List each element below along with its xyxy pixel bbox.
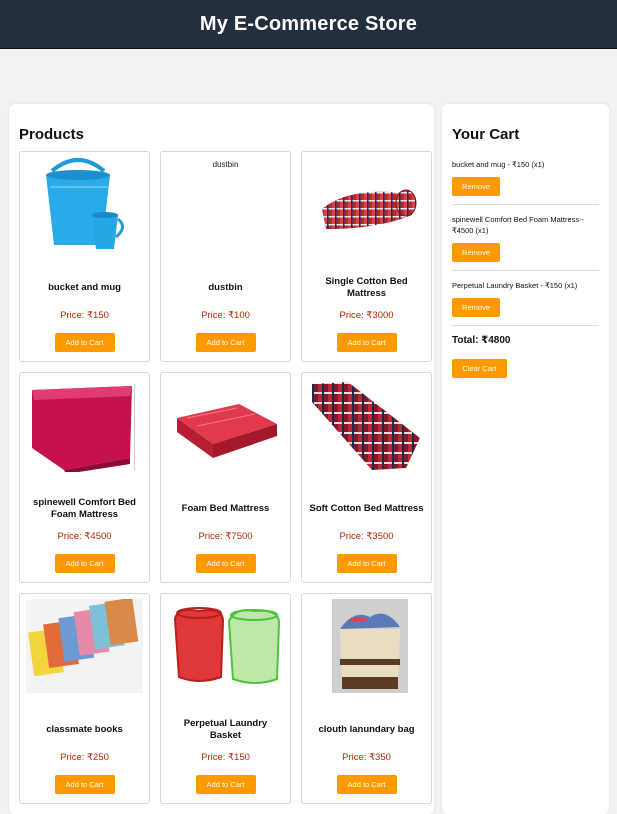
product-title: dustbin	[208, 282, 243, 293]
product-card: Perpetual Laundry Basket Price: ₹150 Add…	[160, 593, 291, 804]
bucket-mug-image[interactable]	[26, 157, 143, 251]
product-card: dustbin dustbin Price: ₹100 Add to Cart	[160, 151, 291, 362]
site-title: My E-Commerce Store	[199, 12, 418, 35]
notebooks-image[interactable]	[26, 599, 143, 693]
product-price: Price: ₹150	[60, 310, 109, 321]
product-price: Price: ₹7500	[198, 531, 253, 542]
add-to-cart-button[interactable]: Add to Cart	[195, 775, 256, 794]
product-price: Price: ₹350	[342, 752, 391, 763]
product-card: clouth lanundary bag Price: ₹350 Add to …	[301, 593, 432, 804]
product-price: Price: ₹3500	[339, 531, 394, 542]
remove-button[interactable]: Remove	[452, 177, 500, 196]
add-to-cart-button[interactable]: Add to Cart	[336, 333, 397, 352]
cart-heading: Your Cart	[452, 126, 520, 143]
product-card: Soft Cotton Bed Mattress Price: ₹3500 Ad…	[301, 372, 432, 583]
product-card: bucket and mug Price: ₹150 Add to Cart	[19, 151, 150, 362]
rolled-mattress-image[interactable]	[308, 157, 425, 251]
add-to-cart-button[interactable]: Add to Cart	[336, 554, 397, 573]
cart-item: spinewell Comfort Bed Foam Mattress - ₹4…	[452, 214, 599, 271]
add-to-cart-button[interactable]: Add to Cart	[54, 554, 115, 573]
product-card: Single Cotton Bed Mattress Price: ₹3000 …	[301, 151, 432, 362]
add-to-cart-button[interactable]: Add to Cart	[195, 333, 256, 352]
product-price: Price: ₹250	[60, 752, 109, 763]
product-title: clouth lanundary bag	[318, 724, 415, 735]
cart-item: Perpetual Laundry Basket - ₹150 (x1) Rem…	[452, 280, 599, 326]
clear-cart-button[interactable]: Clear Cart	[452, 359, 507, 378]
pink-mattress-image[interactable]	[26, 378, 143, 472]
product-price: Price: ₹150	[201, 752, 250, 763]
product-title: classmate books	[46, 724, 123, 735]
checked-mattress-image[interactable]	[308, 378, 425, 472]
product-price: Price: ₹100	[201, 310, 250, 321]
cart-item-line: Perpetual Laundry Basket - ₹150 (x1)	[452, 281, 578, 290]
image-alt-text: dustbin	[212, 160, 239, 169]
cart-panel: Your Cart bucket and mug - ₹150 (x1) Rem…	[442, 104, 609, 814]
cart-item-line: bucket and mug - ₹150 (x1)	[452, 160, 545, 169]
product-title: bucket and mug	[48, 282, 121, 293]
product-card: spinewell Comfort Bed Foam Mattress Pric…	[19, 372, 150, 583]
product-grid: bucket and mug Price: ₹150 Add to Cart d…	[19, 151, 432, 804]
cart-total: Total: ₹4800	[452, 335, 511, 346]
broken-image[interactable]: dustbin	[167, 157, 284, 251]
add-to-cart-button[interactable]: Add to Cart	[195, 554, 256, 573]
product-title: Soft Cotton Bed Mattress	[309, 503, 424, 514]
product-title: Foam Bed Mattress	[181, 503, 270, 514]
cart-item: bucket and mug - ₹150 (x1) Remove	[452, 159, 599, 205]
product-title: Perpetual Laundry Basket	[183, 718, 268, 741]
add-to-cart-button[interactable]: Add to Cart	[54, 333, 115, 352]
product-card: Foam Bed Mattress Price: ₹7500 Add to Ca…	[160, 372, 291, 583]
products-panel: Products bucket and mug Price: ₹150 Add …	[9, 104, 434, 814]
laundry-bag-image[interactable]	[308, 599, 425, 693]
products-heading: Products	[19, 126, 85, 143]
product-price: Price: ₹3000	[339, 310, 394, 321]
product-title: spinewell Comfort Bed Foam Mattress	[33, 497, 136, 520]
add-to-cart-button[interactable]: Add to Cart	[336, 775, 397, 794]
cart-item-line: spinewell Comfort Bed Foam Mattress - ₹4…	[452, 215, 584, 235]
laundry-basket-image[interactable]	[167, 599, 284, 693]
product-card: classmate books Price: ₹250 Add to Cart	[19, 593, 150, 804]
remove-button[interactable]: Remove	[452, 243, 500, 262]
product-price: Price: ₹4500	[57, 531, 112, 542]
add-to-cart-button[interactable]: Add to Cart	[54, 775, 115, 794]
red-foam-mattress-image[interactable]	[167, 378, 284, 472]
site-header: My E-Commerce Store	[0, 0, 617, 49]
remove-button[interactable]: Remove	[452, 298, 500, 317]
product-title: Single Cotton Bed Mattress	[325, 276, 408, 299]
